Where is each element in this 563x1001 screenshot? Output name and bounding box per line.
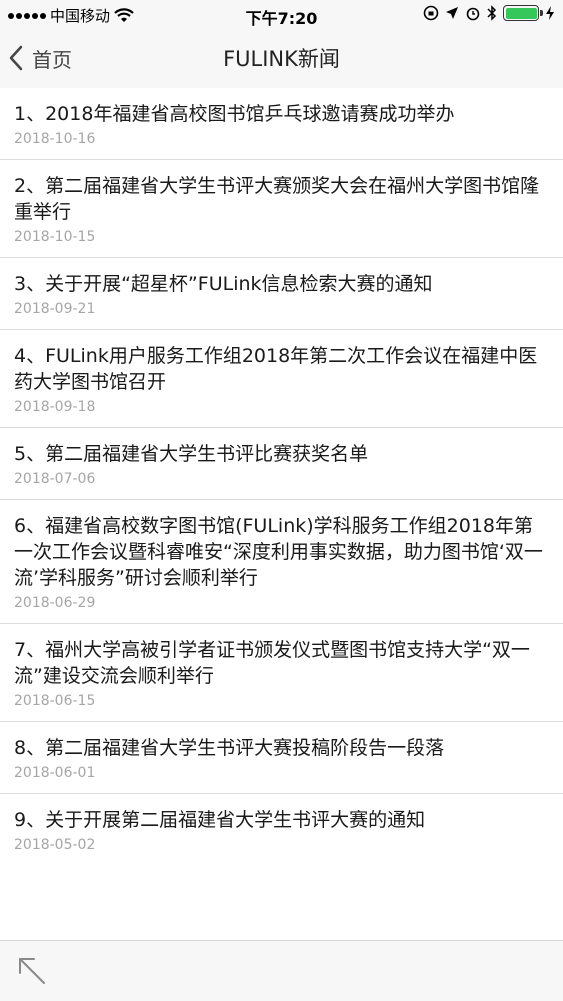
news-item[interactable]: 9、关于开展第二届福建省大学生书评大赛的通知 2018-05-02 [0, 794, 563, 865]
news-title: 9、关于开展第二届福建省大学生书评大赛的通知 [14, 809, 426, 831]
page-title: FULINK新闻 [223, 47, 340, 71]
chevron-left-icon [9, 45, 23, 71]
status-right [423, 5, 555, 21]
news-title: 4、FULink用户服务工作组2018年第二次工作会议在福建中医药大学图书馆召开 [14, 345, 538, 393]
news-title: 2、第二届福建省大学生书评大赛颁奖大会在福州大学图书馆隆重举行 [14, 175, 540, 223]
back-label: 首页 [32, 47, 72, 72]
news-date: 2018-06-29 [14, 595, 96, 611]
news-item[interactable]: 3、关于开展“超星杯”FULink信息检索大赛的通知 2018-09-21 [0, 258, 563, 330]
news-item[interactable]: 1、2018年福建省高校图书馆乒乓球邀请赛成功举办 2018-10-16 [0, 88, 563, 160]
news-item[interactable]: 2、第二届福建省大学生书评大赛颁奖大会在福州大学图书馆隆重举行 2018-10-… [0, 160, 563, 258]
news-item[interactable]: 5、第二届福建省大学生书评比赛获奖名单 2018-07-06 [0, 428, 563, 500]
news-item[interactable]: 6、福建省高校数字图书馆(FULink)学科服务工作组2018年第一次工作会议暨… [0, 500, 563, 624]
news-date: 2018-09-18 [14, 399, 96, 415]
status-bar: 中国移动 下午7:20 [0, 0, 563, 30]
bluetooth-icon [487, 5, 497, 21]
battery-icon [503, 5, 543, 21]
news-title: 7、福州大学高被引学者证书颁发仪式暨图书馆支持大学“双一流”建设交流会顺利举行 [14, 639, 530, 687]
news-date: 2018-05-02 [14, 837, 96, 853]
news-date: 2018-10-16 [14, 131, 96, 147]
bottom-toolbar [0, 940, 563, 1001]
nav-bar: 首页 FULINK新闻 [0, 30, 563, 89]
expand-arrow-icon[interactable] [16, 955, 48, 987]
news-date: 2018-07-06 [14, 471, 96, 487]
news-item[interactable]: 7、福州大学高被引学者证书颁发仪式暨图书馆支持大学“双一流”建设交流会顺利举行 … [0, 624, 563, 722]
news-title: 1、2018年福建省高校图书馆乒乓球邀请赛成功举办 [14, 103, 455, 125]
news-title: 5、第二届福建省大学生书评比赛获奖名单 [14, 443, 369, 465]
news-date: 2018-06-15 [14, 693, 96, 709]
rotation-lock-icon [423, 5, 439, 21]
charging-icon [546, 6, 554, 20]
news-date: 2018-06-01 [14, 765, 96, 781]
alarm-icon [466, 7, 480, 21]
news-date: 2018-10-15 [14, 229, 96, 245]
news-item[interactable]: 4、FULink用户服务工作组2018年第二次工作会议在福建中医药大学图书馆召开… [0, 330, 563, 428]
news-title: 8、第二届福建省大学生书评大赛投稿阶段告一段落 [14, 737, 445, 759]
news-title: 6、福建省高校数字图书馆(FULink)学科服务工作组2018年第一次工作会议暨… [14, 515, 543, 589]
location-icon [446, 7, 458, 19]
news-item[interactable]: 8、第二届福建省大学生书评大赛投稿阶段告一段落 2018-06-01 [0, 722, 563, 794]
news-title: 3、关于开展“超星杯”FULink信息检索大赛的通知 [14, 273, 433, 295]
news-date: 2018-09-21 [14, 301, 96, 317]
battery-level [505, 7, 537, 19]
back-button[interactable]: 首页 [8, 42, 72, 74]
news-list: 1、2018年福建省高校图书馆乒乓球邀请赛成功举办 2018-10-16 2、第… [0, 88, 563, 940]
